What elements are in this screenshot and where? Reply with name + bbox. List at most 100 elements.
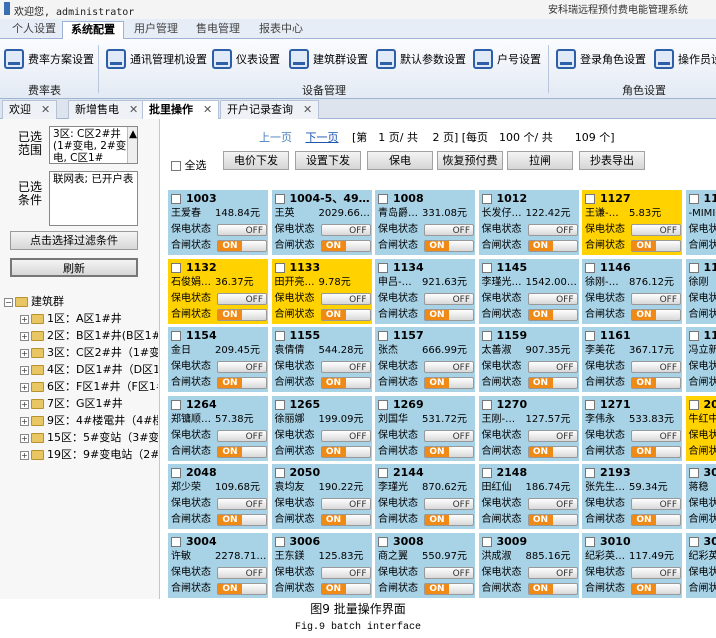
card-checkbox[interactable] [171, 468, 181, 478]
power-status-toggle[interactable]: OFF [424, 566, 474, 579]
switch-status-toggle[interactable]: ON [320, 377, 371, 389]
power-status-toggle[interactable]: OFF [217, 292, 267, 305]
switch-status-toggle[interactable]: ON [320, 582, 371, 595]
card-checkbox[interactable] [585, 194, 595, 204]
power-status-toggle[interactable]: OFF [424, 224, 474, 236]
power-status-toggle[interactable]: OFF [217, 361, 267, 373]
card-checkbox[interactable] [274, 468, 285, 478]
meter-card[interactable]: 2193 张先生… 59.34元 保电状态 OFF 合闸状态 ON [582, 464, 682, 529]
power-status-toggle[interactable]: OFF [320, 292, 371, 305]
power-status-toggle[interactable]: OFF [631, 361, 681, 373]
rate-plan-button[interactable]: 费率方案设置 [4, 49, 94, 73]
card-checkbox[interactable] [171, 262, 181, 273]
tree-root[interactable]: − 建筑群 [4, 293, 158, 310]
meter-card[interactable]: 20 牛红中保电状态OFF合闸状态ON [685, 395, 716, 461]
switch-status-toggle[interactable]: ON [631, 240, 681, 252]
switch-status-toggle[interactable]: ON [320, 445, 371, 458]
meter-card[interactable]: 1155 袁倩倩 544.28元 保电状态 OFF 合闸状态 ON [271, 327, 372, 392]
switch-status-toggle[interactable]: ON [320, 514, 371, 526]
card-checkbox[interactable] [688, 468, 699, 478]
meter-card[interactable]: 1157 张杰 666.99元 保电状态 OFF 合闸状态 ON [375, 327, 475, 392]
power-status-toggle[interactable]: OFF [320, 498, 371, 510]
meter-card[interactable]: 1132 石俊娟… 36.37元 保电状态 OFF 合闸状态 ON [168, 258, 268, 324]
login-role-button[interactable]: 登录角色设置 [556, 49, 646, 73]
switch-status-toggle[interactable]: ON [320, 308, 371, 321]
tree-item[interactable]: +4区：D区1#井（D区1# [4, 361, 158, 378]
expand-icon[interactable]: + [20, 331, 29, 341]
power-status-toggle[interactable]: OFF [320, 429, 371, 442]
default-params-button[interactable]: 默认参数设置 [376, 49, 466, 73]
power-status-toggle[interactable]: OFF [527, 361, 578, 373]
power-status-toggle[interactable]: OFF [424, 498, 474, 510]
tree-item[interactable]: +1区：A区1#井 [4, 310, 158, 327]
card-checkbox[interactable] [378, 399, 388, 410]
card-checkbox[interactable] [171, 331, 181, 341]
tree-item[interactable]: +7区：G区1#井 [4, 395, 158, 412]
power-status-toggle[interactable]: OFF [631, 566, 681, 579]
close-icon[interactable]: ✕ [41, 103, 50, 116]
meter-card[interactable]: 3004 许敏 2278.71… 保电状态 OFF 合闸状态 ON [168, 532, 268, 598]
meter-card[interactable]: 3010 纪彩英… 117.49元 保电状态 OFF 合闸状态 ON [582, 532, 682, 598]
power-status-toggle[interactable]: OFF [217, 224, 267, 236]
meter-card[interactable]: 3008 商之翼 550.97元 保电状态 OFF 合闸状态 ON [375, 532, 475, 598]
switch-status-toggle[interactable]: ON [320, 240, 371, 252]
expand-icon[interactable]: + [20, 314, 29, 324]
scroll-up-icon[interactable]: ▲ [129, 128, 137, 140]
card-checkbox[interactable] [378, 536, 388, 547]
meter-settings-button[interactable]: 仪表设置 [212, 49, 280, 73]
meter-card[interactable]: 2048 郑少荣 109.68元 保电状态 OFF 合闸状态 ON [168, 464, 268, 529]
meter-card[interactable]: 3009 洪成淑 885.16元 保电状态 OFF 合闸状态 ON [478, 532, 579, 598]
meter-card[interactable]: 11 -MIMI 保电状态OFF合闸状态ON [685, 190, 716, 255]
refresh-button[interactable]: 刷新 [10, 258, 138, 277]
close-icon[interactable]: ✕ [203, 103, 212, 116]
card-checkbox[interactable] [481, 331, 492, 341]
switch-status-toggle[interactable]: ON [217, 445, 267, 458]
meter-card[interactable]: 1008 青岛爵… 331.08元 保电状态 OFF 合闸状态 ON [375, 190, 475, 255]
power-status-toggle[interactable]: OFF [217, 429, 267, 442]
meter-card[interactable]: 11 徐刚保电状态OFF合闸状态ON [685, 258, 716, 324]
close-icon[interactable]: ✕ [129, 103, 138, 116]
meter-card[interactable]: 1161 李美花 367.17元 保电状态 OFF 合闸状态 ON [582, 327, 682, 392]
tree-item[interactable]: +15区：5#变站（3#变电 [4, 429, 158, 446]
card-checkbox[interactable] [378, 331, 388, 341]
switch-status-toggle[interactable]: ON [424, 514, 474, 526]
select-all-checkbox[interactable] [171, 161, 181, 171]
doc-tab-welcome[interactable]: 欢迎 ✕ [2, 100, 58, 119]
card-checkbox[interactable] [585, 262, 595, 273]
power-status-toggle[interactable]: OFF [631, 224, 681, 236]
expand-icon[interactable]: + [20, 450, 29, 460]
card-checkbox[interactable] [171, 194, 181, 204]
meter-card[interactable]: 1154 金日 209.45元 保电状态 OFF 合闸状态 ON [168, 327, 268, 392]
card-checkbox[interactable] [585, 468, 595, 478]
meter-card[interactable]: 1271 李伟永 533.83元 保电状态 OFF 合闸状态 ON [582, 395, 682, 461]
switch-status-toggle[interactable]: ON [527, 514, 578, 526]
power-status-toggle[interactable]: OFF [217, 498, 267, 510]
switch-status-toggle[interactable]: ON [217, 308, 267, 321]
switch-status-toggle[interactable]: ON [424, 308, 474, 321]
price-send-button[interactable]: 电价下发 [223, 151, 289, 170]
meter-card[interactable]: 1146 徐刚-… 876.12元 保电状态 OFF 合闸状态 ON [582, 258, 682, 324]
expand-icon[interactable]: + [20, 416, 29, 426]
prev-page-link[interactable]: 上一页 [259, 131, 292, 144]
power-status-toggle[interactable]: OFF [217, 566, 267, 579]
expand-icon[interactable]: + [20, 365, 29, 375]
switch-status-toggle[interactable]: ON [527, 240, 578, 252]
meter-card[interactable]: 1133 田开亮… 9.78元 保电状态 OFF 合闸状态 ON [271, 258, 372, 324]
meter-card[interactable]: 1003 王爱春 148.84元 保电状态 OFF 合闸状态 ON [168, 190, 268, 255]
scrollbar[interactable]: ▲ [127, 127, 137, 163]
switch-status-toggle[interactable]: ON [217, 240, 267, 252]
expand-icon[interactable]: + [20, 382, 29, 392]
doc-tab-account-query[interactable]: 开户记录查询 ✕ [220, 100, 320, 119]
card-checkbox[interactable] [274, 262, 285, 273]
card-checkbox[interactable] [274, 399, 285, 410]
card-checkbox[interactable] [481, 468, 492, 478]
tree-item[interactable]: +2区：B区1#井(B区1#井 [4, 327, 158, 344]
tree-item[interactable]: +19区：9#变电站（2#楼 [4, 446, 158, 463]
meter-card[interactable]: 1159 太善淑 907.35元 保电状态 OFF 合闸状态 ON [478, 327, 579, 392]
comm-manager-button[interactable]: 通讯管理机设置 [106, 49, 207, 73]
range-textbox[interactable]: 3区: C区2#井 (1#变电, 2#变电, C区1# ▲ [49, 126, 138, 164]
card-checkbox[interactable] [274, 536, 285, 547]
card-checkbox[interactable] [688, 194, 699, 204]
switch-status-toggle[interactable]: ON [217, 582, 267, 595]
power-status-toggle[interactable]: OFF [631, 498, 681, 510]
